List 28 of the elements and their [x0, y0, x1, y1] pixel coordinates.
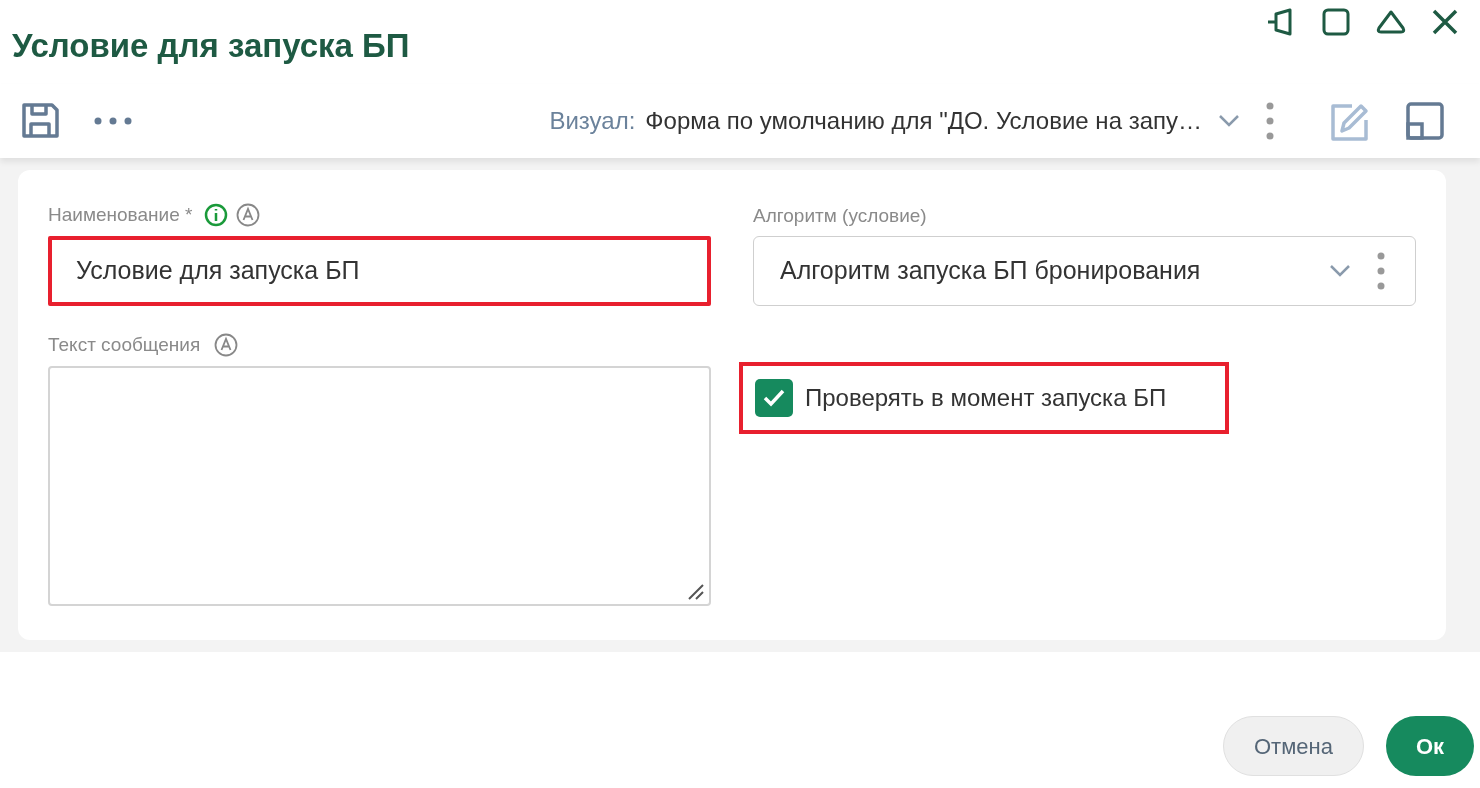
- select-field[interactable]: Алгоритм запуска БП бронирования: [753, 236, 1416, 306]
- checkbox[interactable]: [755, 379, 793, 417]
- info-icon[interactable]: [204, 203, 229, 227]
- field-label: Текст сообщения: [48, 332, 201, 357]
- vertical-dots-icon[interactable]: [1377, 252, 1385, 290]
- window-title: Условие для запуска БП: [12, 26, 410, 66]
- maximize-icon[interactable]: [1322, 8, 1350, 36]
- check-icon: [762, 388, 786, 408]
- resize-handle-icon[interactable]: [687, 584, 705, 600]
- field-label: Наименование *: [48, 202, 193, 227]
- cancel-button[interactable]: Отмена: [1222, 716, 1364, 776]
- chevron-down-icon[interactable]: [1329, 264, 1351, 278]
- ok-button[interactable]: Ок: [1385, 716, 1474, 776]
- visual-label: Визуал:: [549, 106, 636, 136]
- textarea-field[interactable]: [48, 366, 711, 606]
- triangle-icon[interactable]: [1376, 9, 1406, 35]
- save-icon[interactable]: [20, 102, 60, 140]
- close-icon[interactable]: [1432, 9, 1458, 35]
- layout-icon[interactable]: [1406, 102, 1444, 140]
- input-field[interactable]: Условие для запуска БП: [48, 236, 711, 306]
- vertical-dots-icon[interactable]: [1266, 102, 1274, 140]
- chevron-down-icon[interactable]: [1218, 114, 1240, 128]
- more-icon[interactable]: [94, 117, 132, 125]
- checkbox-label[interactable]: Проверять в момент запуска БП: [805, 380, 1167, 416]
- visual-value[interactable]: Форма по умолчанию для "ДО. Условие на запу…: [645, 103, 1202, 139]
- field-label: Алгоритм (условие): [753, 204, 928, 228]
- circled-a-icon[interactable]: [214, 333, 239, 357]
- circled-a-icon[interactable]: [236, 203, 261, 227]
